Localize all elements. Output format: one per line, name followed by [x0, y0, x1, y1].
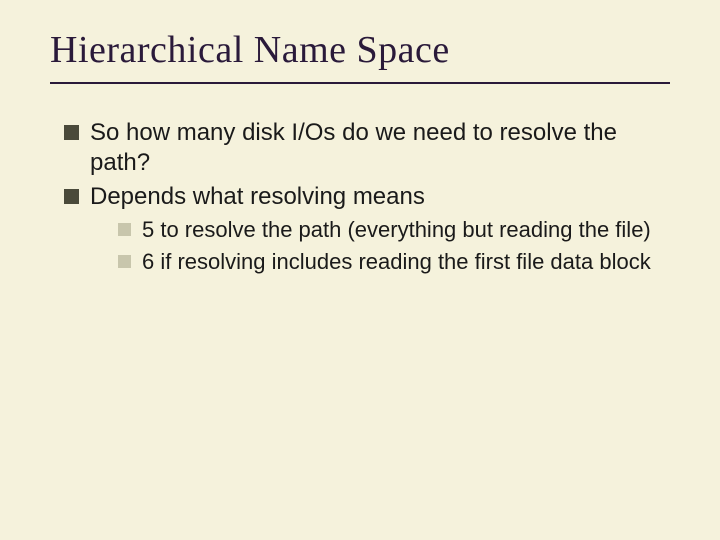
bullet-list-level-1: So how many disk I/Os do we need to reso…	[50, 118, 670, 276]
title-divider	[50, 82, 670, 84]
list-item: 5 to resolve the path (everything but re…	[118, 216, 670, 244]
list-item-text: So how many disk I/Os do we need to reso…	[90, 119, 617, 176]
bullet-list-level-2: 5 to resolve the path (everything but re…	[90, 216, 670, 276]
list-item-text: 5 to resolve the path (everything but re…	[142, 217, 651, 242]
list-item: Depends what resolving means 5 to resolv…	[64, 182, 670, 276]
list-item: 6 if resolving includes reading the firs…	[118, 248, 670, 276]
list-item-text: Depends what resolving means	[90, 183, 425, 210]
list-item-text: 6 if resolving includes reading the firs…	[142, 249, 651, 274]
slide-title: Hierarchical Name Space	[50, 28, 670, 72]
list-item: So how many disk I/Os do we need to reso…	[64, 118, 670, 178]
